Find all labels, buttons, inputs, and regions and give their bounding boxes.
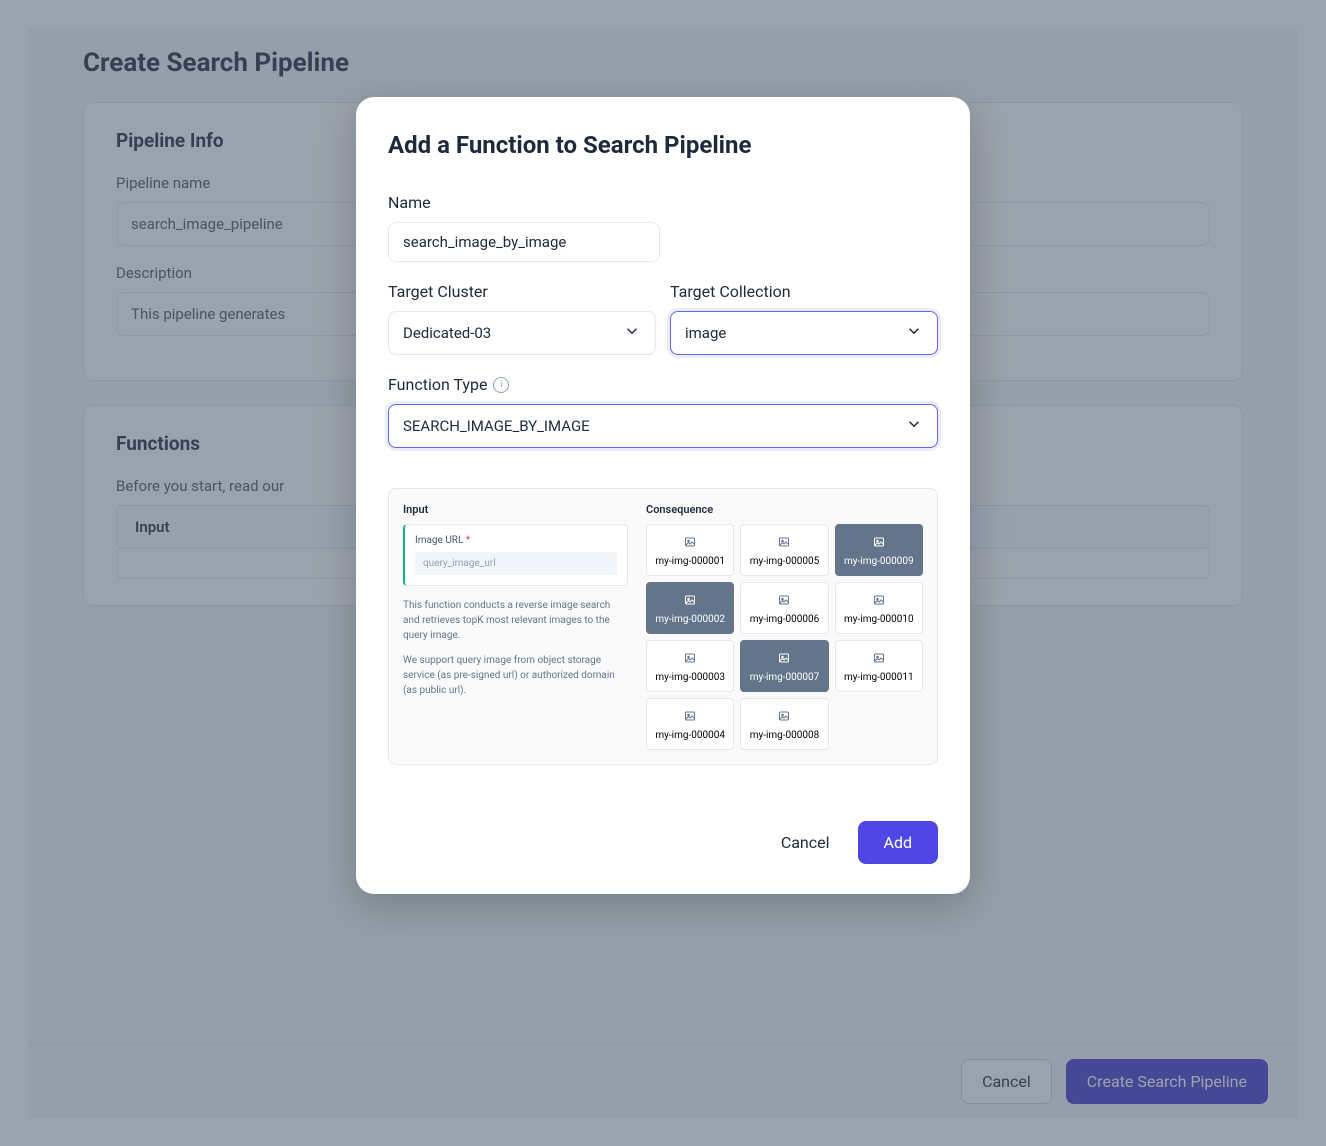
consequence-card[interactable]: my-img-000010 — [835, 582, 923, 634]
consequence-card[interactable]: my-img-000007 — [740, 640, 828, 692]
image-icon — [872, 649, 886, 668]
preview-input-header: Input — [403, 503, 628, 516]
function-type-select[interactable]: SEARCH_IMAGE_BY_IMAGE — [388, 404, 938, 448]
modal-title: Add a Function to Search Pipeline — [388, 131, 938, 159]
target-collection-select[interactable]: image — [670, 311, 938, 355]
chevron-down-icon — [623, 322, 641, 344]
image-icon — [777, 591, 791, 610]
consequence-card[interactable]: my-img-000004 — [646, 698, 734, 750]
name-label: Name — [388, 193, 938, 212]
consequence-card[interactable]: my-img-000008 — [740, 698, 828, 750]
add-function-modal: Add a Function to Search Pipeline Name T… — [356, 97, 970, 894]
consequence-header: Consequence — [646, 503, 923, 516]
image-icon — [777, 533, 791, 552]
function-preview: Input Image URL * query_image_url This f… — [388, 488, 938, 765]
image-icon — [683, 591, 697, 610]
consequence-card[interactable]: my-img-000011 — [835, 640, 923, 692]
consequence-name: my-img-000006 — [750, 614, 820, 625]
target-cluster-label: Target Cluster — [388, 282, 656, 301]
consequence-name: my-img-000005 — [750, 556, 820, 567]
consequence-name: my-img-000008 — [750, 730, 820, 741]
consequence-card[interactable]: my-img-000005 — [740, 524, 828, 576]
consequence-name: my-img-000011 — [844, 672, 914, 683]
info-icon[interactable]: i — [493, 377, 509, 393]
chevron-down-icon — [905, 322, 923, 344]
name-input[interactable] — [388, 222, 660, 262]
consequence-name: my-img-000007 — [750, 672, 820, 683]
consequence-name: my-img-000003 — [655, 672, 725, 683]
consequence-card[interactable]: my-img-000002 — [646, 582, 734, 634]
target-cluster-select[interactable]: Dedicated-03 — [388, 311, 656, 355]
consequence-name: my-img-000004 — [655, 730, 725, 741]
modal-add-button[interactable]: Add — [858, 821, 938, 864]
target-cluster-value: Dedicated-03 — [403, 324, 491, 342]
modal-overlay: Add a Function to Search Pipeline Name T… — [0, 0, 1326, 1146]
consequence-card[interactable]: my-img-000001 — [646, 524, 734, 576]
consequence-name: my-img-000010 — [844, 614, 914, 625]
image-icon — [777, 649, 791, 668]
function-type-value: SEARCH_IMAGE_BY_IMAGE — [403, 417, 590, 435]
consequence-card[interactable]: my-img-000006 — [740, 582, 828, 634]
consequence-card[interactable]: my-img-000003 — [646, 640, 734, 692]
preview-consequence-col: Consequence my-img-000001 my-img-000005 my… — [646, 503, 923, 750]
image-icon — [683, 533, 697, 552]
target-collection-value: image — [685, 324, 726, 342]
image-icon — [683, 707, 697, 726]
image-icon — [872, 533, 886, 552]
image-url-card: Image URL * query_image_url — [403, 524, 628, 586]
consequence-name: my-img-000009 — [844, 556, 914, 567]
preview-desc-2: We support query image from object stora… — [403, 653, 628, 698]
image-icon — [777, 707, 791, 726]
modal-footer: Cancel Add — [388, 821, 938, 864]
chevron-down-icon — [905, 415, 923, 437]
image-url-label: Image URL * — [415, 535, 617, 546]
consequence-name: my-img-000001 — [655, 556, 725, 567]
preview-input-col: Input Image URL * query_image_url This f… — [403, 503, 628, 750]
image-icon — [683, 649, 697, 668]
image-icon — [872, 591, 886, 610]
function-type-label: Function Type i — [388, 375, 938, 394]
target-collection-label: Target Collection — [670, 282, 938, 301]
consequence-card[interactable]: my-img-000009 — [835, 524, 923, 576]
consequence-name: my-img-000002 — [655, 614, 725, 625]
preview-desc-1: This function conducts a reverse image s… — [403, 598, 628, 643]
modal-cancel-button[interactable]: Cancel — [775, 823, 836, 862]
image-url-placeholder[interactable]: query_image_url — [415, 552, 617, 575]
